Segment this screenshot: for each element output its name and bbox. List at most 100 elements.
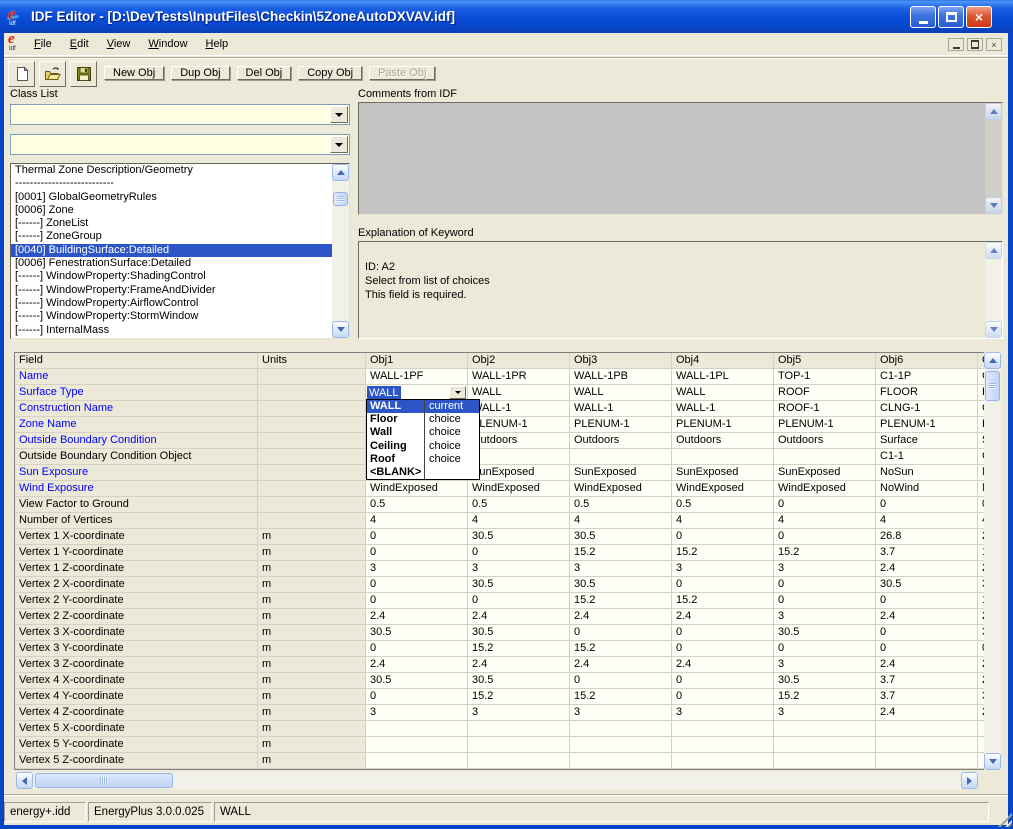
class-list-item[interactable]: --------------------------- xyxy=(11,177,332,190)
scrollbar-thumb[interactable] xyxy=(333,192,348,206)
grid-cell[interactable]: 30.5 xyxy=(468,673,570,689)
grid-cell[interactable]: WALL-1 xyxy=(468,401,570,417)
class-list-item[interactable]: [------] ZoneGroup xyxy=(11,230,332,243)
grid-header-cell[interactable]: Units xyxy=(258,353,366,369)
grid-cell[interactable]: WALL xyxy=(468,385,570,401)
scroll-down-button[interactable] xyxy=(985,197,1002,214)
grid-cell[interactable] xyxy=(468,721,570,737)
grid-cell[interactable]: NoWind xyxy=(876,481,978,497)
grid-cell[interactable]: 3 xyxy=(774,705,876,721)
class-filter-combo-2[interactable] xyxy=(10,134,350,155)
class-list-scrollbar[interactable] xyxy=(332,164,349,338)
grid-cell[interactable]: 3.7 xyxy=(876,545,978,561)
grid-cell[interactable]: 30.5 xyxy=(876,577,978,593)
grid-cell[interactable]: 30.5 xyxy=(570,577,672,593)
grid-cell[interactable]: 0 xyxy=(366,641,468,657)
grid-cell[interactable]: 30.5 xyxy=(468,577,570,593)
grid-cell[interactable]: 30.5 xyxy=(468,625,570,641)
grid-cell[interactable] xyxy=(366,737,468,753)
grid-cell[interactable]: WALL-1 xyxy=(672,401,774,417)
class-filter-combo-1[interactable] xyxy=(10,104,350,125)
grid-cell[interactable]: SunExposed xyxy=(570,465,672,481)
grid-cell[interactable]: 3.7 xyxy=(876,673,978,689)
combo1-dropdown-button[interactable] xyxy=(330,106,348,123)
scroll-down-button[interactable] xyxy=(985,321,1002,338)
grid-cell[interactable]: 3 xyxy=(468,561,570,577)
dropdown-item[interactable]: Floorchoice xyxy=(367,413,479,426)
grid-cell[interactable]: 2.4 xyxy=(876,705,978,721)
scroll-right-button[interactable] xyxy=(961,772,978,789)
grid-cell[interactable]: 0 xyxy=(774,529,876,545)
grid-cell[interactable]: 3 xyxy=(570,561,672,577)
grid-cell[interactable]: SunExposed xyxy=(672,465,774,481)
grid-cell[interactable]: 0.5 xyxy=(672,497,774,513)
grid-cell[interactable]: TOP-1 xyxy=(774,369,876,385)
grid-cell[interactable]: 0 xyxy=(366,529,468,545)
grid-header-cell[interactable]: Obj3 xyxy=(570,353,672,369)
scrollbar-thumb[interactable] xyxy=(985,371,1000,401)
menu-item-view[interactable]: View xyxy=(98,35,140,54)
grid-header-cell[interactable]: Obj4 xyxy=(672,353,774,369)
grid-cell[interactable]: PLENUM-1 xyxy=(774,417,876,433)
grid-cell[interactable] xyxy=(468,449,570,465)
scroll-up-button[interactable] xyxy=(984,352,1001,369)
grid-cell[interactable]: 15.2 xyxy=(570,593,672,609)
minimize-button[interactable] xyxy=(910,6,936,28)
grid-cell[interactable]: C1-1P xyxy=(876,369,978,385)
grid-cell[interactable]: 15.2 xyxy=(570,641,672,657)
grid-cell[interactable]: CLNG-1 xyxy=(876,401,978,417)
class-listbox[interactable]: Thermal Zone Description/Geometry-------… xyxy=(10,163,350,339)
grid-cell[interactable]: 15.2 xyxy=(468,689,570,705)
grid-cell[interactable] xyxy=(672,737,774,753)
grid-cell[interactable]: 4 xyxy=(570,513,672,529)
grid-cell[interactable]: 0 xyxy=(876,497,978,513)
grid-cell[interactable]: 0 xyxy=(366,577,468,593)
grid-cell[interactable]: 4 xyxy=(468,513,570,529)
grid-cell[interactable]: 3 xyxy=(774,657,876,673)
comments-scrollbar[interactable] xyxy=(985,103,1002,214)
new-file-button[interactable] xyxy=(8,61,35,87)
dropdown-item[interactable]: WALLcurrent xyxy=(367,400,479,413)
scroll-up-button[interactable] xyxy=(332,164,349,181)
grid-cell[interactable]: C1-1 xyxy=(876,449,978,465)
grid-cell[interactable]: 0 xyxy=(774,497,876,513)
grid-cell[interactable]: 3 xyxy=(366,561,468,577)
grid-cell[interactable] xyxy=(468,753,570,769)
grid-cell[interactable]: 2.4 xyxy=(672,609,774,625)
grid-cell[interactable]: WindExposed xyxy=(570,481,672,497)
grid-cell[interactable]: Outdoors xyxy=(468,433,570,449)
class-list-item[interactable]: [------] InternalMass xyxy=(11,324,332,337)
grid-cell[interactable]: 26.8 xyxy=(876,529,978,545)
grid-cell[interactable]: 2.4 xyxy=(366,657,468,673)
grid-cell[interactable] xyxy=(570,737,672,753)
grid-cell[interactable]: Outdoors xyxy=(570,433,672,449)
grid-cell[interactable]: WindExposed xyxy=(774,481,876,497)
grid-cell[interactable] xyxy=(672,753,774,769)
mdi-restore-button[interactable] xyxy=(967,38,983,51)
dropdown-item[interactable]: Wallchoice xyxy=(367,426,479,439)
grid-cell[interactable]: 0 xyxy=(876,641,978,657)
grid-cell[interactable]: ROOF xyxy=(774,385,876,401)
grid-cell[interactable]: WALL xyxy=(672,385,774,401)
grid-cell[interactable]: Surface xyxy=(876,433,978,449)
grid-cell[interactable] xyxy=(876,753,978,769)
grid-cell[interactable] xyxy=(672,449,774,465)
grid-cell[interactable]: 0 xyxy=(774,577,876,593)
grid-cell[interactable]: 3 xyxy=(774,561,876,577)
grid-cell[interactable]: 15.2 xyxy=(672,545,774,561)
grid-cell[interactable]: 2.4 xyxy=(468,609,570,625)
grid-cell[interactable]: PLENUM-1 xyxy=(468,417,570,433)
grid-cell[interactable]: 0 xyxy=(876,625,978,641)
grid-cell[interactable]: 2.4 xyxy=(876,561,978,577)
mdi-minimize-button[interactable] xyxy=(948,38,964,51)
grid-cell[interactable] xyxy=(774,449,876,465)
mdi-close-button[interactable]: × xyxy=(986,38,1002,51)
menu-item-file[interactable]: File xyxy=(25,35,61,54)
grid-cell[interactable]: PLENUM-1 xyxy=(876,417,978,433)
menu-item-edit[interactable]: Edit xyxy=(61,35,98,54)
grid-cell[interactable] xyxy=(876,737,978,753)
grid-cell[interactable]: 15.2 xyxy=(570,545,672,561)
grid-header-cell[interactable]: Obj2 xyxy=(468,353,570,369)
scroll-up-button[interactable] xyxy=(985,242,1002,259)
grid-cell[interactable]: 30.5 xyxy=(570,529,672,545)
